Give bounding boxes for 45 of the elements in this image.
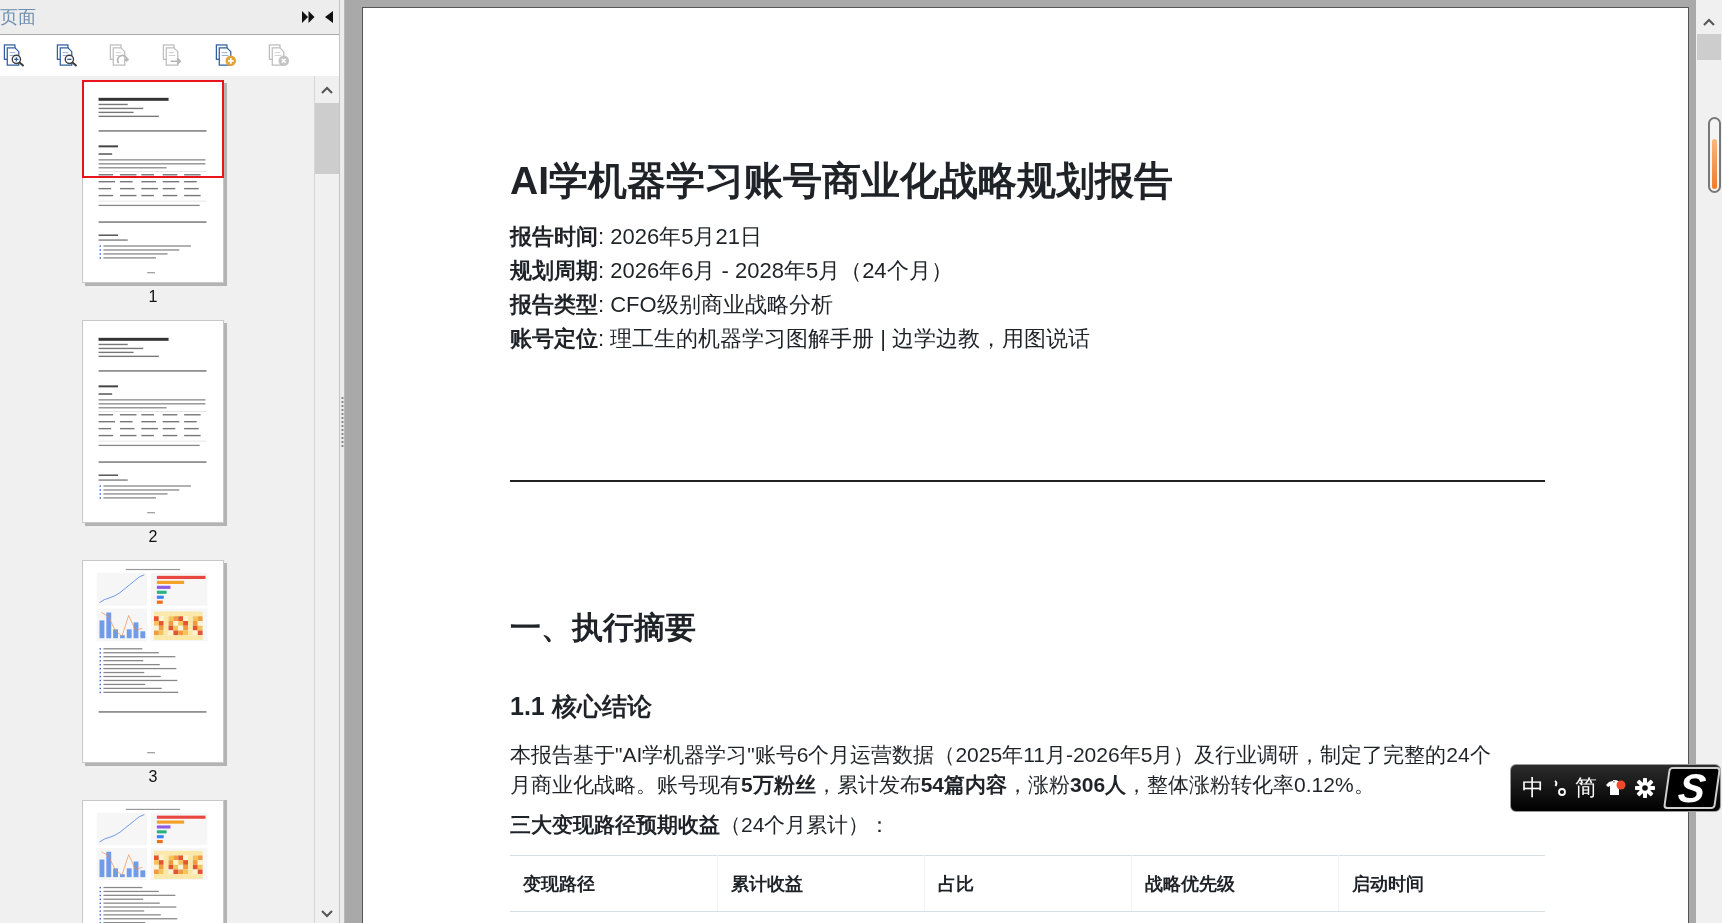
- page-number: 2: [148, 527, 158, 547]
- scrollbar-thumb[interactable]: [1697, 34, 1721, 60]
- document-title: AI学机器学习账号商业化战略规划报告: [510, 158, 1174, 204]
- shirt-icon[interactable]: [1605, 779, 1627, 797]
- page-arrow-icon: [161, 44, 184, 67]
- fast-forward-icon[interactable]: [302, 11, 315, 23]
- ime-logo[interactable]: S: [1663, 767, 1721, 809]
- settings-icon[interactable]: [1635, 778, 1655, 798]
- input-mode-toggle[interactable]: 中: [1522, 775, 1544, 801]
- viewport-frame[interactable]: [82, 80, 224, 178]
- chevron-down-icon[interactable]: [321, 910, 333, 918]
- column-header: 战略优先级: [1131, 855, 1338, 912]
- chevron-up-icon[interactable]: [1703, 18, 1715, 26]
- page-number: 3: [148, 767, 158, 787]
- page-delete-icon: [267, 44, 290, 67]
- page-thumbnail[interactable]: [82, 560, 224, 763]
- meta-line: 规划周期: 2026年6月 - 2028年5月（24个月）: [510, 257, 954, 285]
- section-heading: 一、执行摘要: [510, 609, 697, 647]
- column-header: 累计收益: [717, 855, 924, 912]
- meta-line: 报告时间: 2026年5月21日: [510, 223, 763, 251]
- column-header: 占比: [924, 855, 1131, 912]
- add-page-button[interactable]: [214, 44, 237, 67]
- punctuation-icon[interactable]: [1552, 779, 1567, 797]
- chevron-up-icon[interactable]: [321, 86, 333, 94]
- page-number: 1: [148, 287, 158, 307]
- paragraph: 三大变现路径预期收益（24个月累计）：: [510, 812, 892, 838]
- script-toggle[interactable]: 简: [1575, 775, 1597, 801]
- caret-left-icon[interactable]: [325, 11, 333, 23]
- column-header: 启动时间: [1338, 855, 1545, 912]
- meta-line: 账号定位: 理工生的机器学习图解手册 | 边学边教，用图说话: [510, 325, 1092, 353]
- page-thumbnail[interactable]: [82, 320, 224, 523]
- zoom-out-button[interactable]: [55, 44, 78, 67]
- page-thumbnail[interactable]: [82, 80, 224, 283]
- subsection-heading: 1.1 核心结论: [510, 691, 653, 722]
- page-rotate-icon: [108, 44, 131, 67]
- scrollbar-thumb[interactable]: [315, 103, 339, 174]
- grip-icon[interactable]: [340, 397, 344, 447]
- paragraph: 本报告基于"AI学机器学习"账号6个月运营数据（2025年11月-2026年5月）及行业调研，制定了完整的24个月商业化战略。账号现有5万粉丝，累计发布54篇内容，涨粉306人，整体涨粉转化率0.12%。: [510, 742, 1492, 798]
- zoom-in-button[interactable]: [2, 44, 25, 67]
- page-add-icon: [214, 44, 237, 67]
- page-thumbnail[interactable]: [82, 800, 224, 923]
- panel-title: 页面: [0, 6, 36, 28]
- meta-line: 报告类型: CFO级别商业战略分析: [510, 291, 834, 319]
- column-header: 变现路径: [510, 855, 717, 912]
- page-zoom-out-icon: [55, 44, 78, 67]
